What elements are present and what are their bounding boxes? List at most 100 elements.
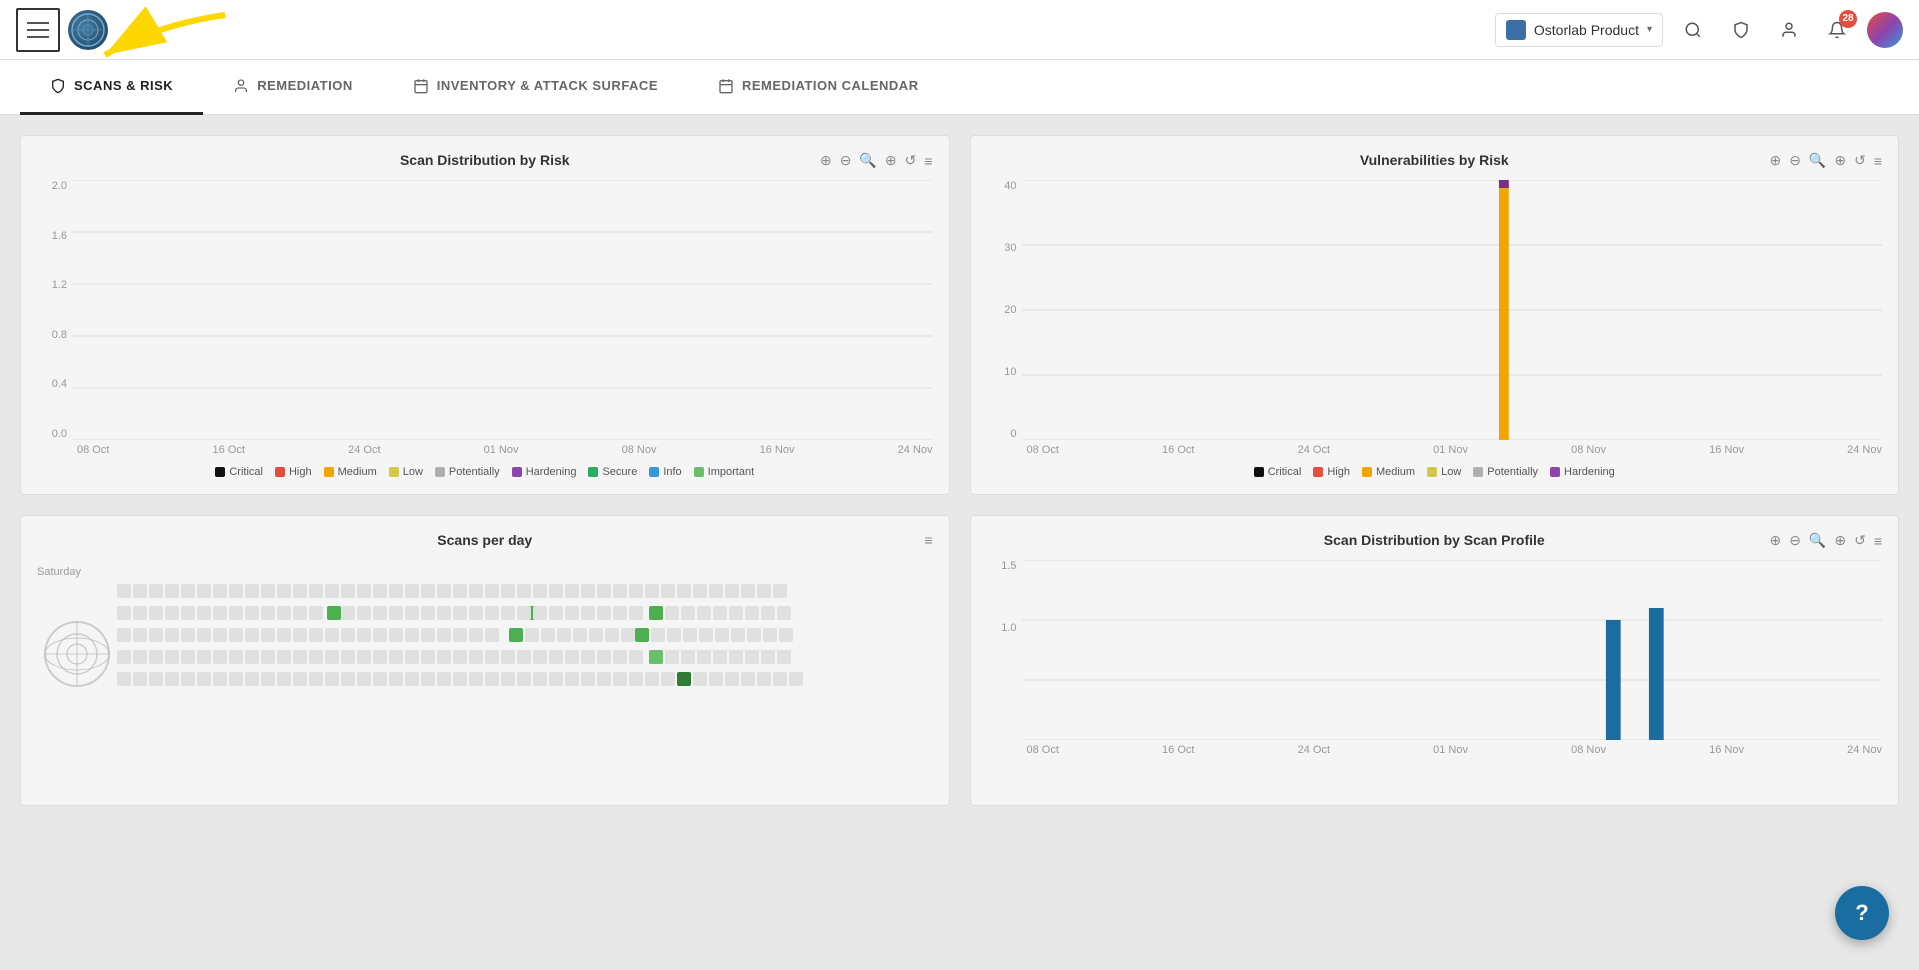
- vuln-zoom-in-btn[interactable]: ⊕: [1767, 150, 1783, 171]
- scans-tab-icon: [50, 78, 66, 94]
- vuln-dot-hardening: [1550, 467, 1560, 477]
- vuln-dot-low: [1427, 467, 1437, 477]
- x-label: 16 Nov: [760, 444, 795, 456]
- profile-x-axis: 08 Oct 16 Oct 24 Oct 01 Nov 08 Nov 16 No…: [1027, 744, 1883, 756]
- y-label-2: 1.2: [37, 279, 67, 291]
- legend-label-medium: Medium: [338, 466, 377, 478]
- menu-btn[interactable]: ≡: [922, 151, 934, 171]
- row-label-saturday: Saturday: [37, 566, 81, 578]
- legend-potentially: Potentially: [435, 466, 500, 478]
- remediation-tab-icon: [233, 78, 249, 94]
- hamburger-line: [27, 22, 49, 24]
- vuln-reset-btn[interactable]: ↺: [1852, 150, 1868, 171]
- legend-important: Important: [694, 466, 754, 478]
- profile-x-label: 16 Oct: [1162, 744, 1194, 756]
- legend-dot-medium: [324, 467, 334, 477]
- tab-remediation-calendar-label: REMEDIATION CALENDAR: [742, 78, 919, 93]
- vuln-x-label: 08 Oct: [1027, 444, 1059, 456]
- search-button[interactable]: [1675, 12, 1711, 48]
- legend-dot-hardening: [512, 467, 522, 477]
- notification-button[interactable]: 28: [1819, 12, 1855, 48]
- reset-btn[interactable]: ↺: [903, 150, 919, 171]
- y-label-1: 1.6: [37, 230, 67, 242]
- main-content: Scan Distribution by Risk ⊕ ⊖ 🔍 ⊕ ↺ ≡ 2.…: [0, 115, 1919, 826]
- legend-label-secure: Secure: [602, 466, 637, 478]
- scan-distribution-title: Scan Distribution by Risk: [37, 152, 933, 168]
- legend-critical: Critical: [215, 466, 263, 478]
- x-label: 16 Oct: [213, 444, 245, 456]
- tab-scans-risk[interactable]: SCANS & RISK: [20, 60, 203, 115]
- sp-reset-btn[interactable]: ↺: [1852, 530, 1868, 551]
- avatar[interactable]: [1867, 12, 1903, 48]
- legend-high: High: [275, 466, 312, 478]
- sp-zoom-out-btn[interactable]: ⊖: [1787, 530, 1803, 551]
- zoom-out-btn[interactable]: ⊖: [838, 150, 854, 171]
- legend-label-important: Important: [708, 466, 754, 478]
- sp-menu-btn[interactable]: ≡: [1872, 531, 1884, 551]
- x-label: 08 Nov: [622, 444, 657, 456]
- y-label-4: 0.4: [37, 378, 67, 390]
- tab-remediation[interactable]: REMEDIATION: [203, 60, 383, 115]
- sp-pan-btn[interactable]: ⊕: [1832, 530, 1848, 551]
- profile-x-label: 24 Oct: [1298, 744, 1330, 756]
- sp-zoom-in-btn[interactable]: ⊕: [1767, 530, 1783, 551]
- profile-chart-svg: [1022, 560, 1883, 740]
- inventory-tab-icon: [413, 78, 429, 94]
- contact-button[interactable]: [1771, 12, 1807, 48]
- help-button[interactable]: ?: [1835, 886, 1889, 940]
- tab-remediation-calendar[interactable]: REMEDIATION CALENDAR: [688, 60, 949, 115]
- vuln-label-medium: Medium: [1376, 466, 1415, 478]
- vuln-legend-low: Low: [1427, 466, 1461, 478]
- vuln-zoom-out-btn[interactable]: ⊖: [1787, 150, 1803, 171]
- vuln-label-potentially: Potentially: [1487, 466, 1538, 478]
- vuln-menu-btn[interactable]: ≡: [1872, 151, 1884, 171]
- vuln-dot-medium: [1362, 467, 1372, 477]
- legend-dot-high: [275, 467, 285, 477]
- person-icon: [1780, 21, 1798, 39]
- shield-icon: [1732, 21, 1750, 39]
- legend-label-low: Low: [403, 466, 423, 478]
- chevron-down-icon: ▾: [1647, 24, 1652, 35]
- x-label: 08 Oct: [77, 444, 109, 456]
- vuln-legend-hardening: Hardening: [1550, 466, 1615, 478]
- header-right: Ostorlab Product ▾ 28: [1495, 12, 1903, 48]
- header-left: [16, 8, 108, 52]
- vuln-label-critical: Critical: [1268, 466, 1302, 478]
- search-icon: [1684, 21, 1702, 39]
- zoom-in-btn[interactable]: ⊕: [818, 150, 834, 171]
- legend-info: Info: [649, 466, 681, 478]
- vuln-pan-btn[interactable]: ⊕: [1832, 150, 1848, 171]
- workspace-selector[interactable]: Ostorlab Product ▾: [1495, 13, 1663, 47]
- profile-x-label: 16 Nov: [1709, 744, 1744, 756]
- vuln-x-label: 24 Nov: [1847, 444, 1882, 456]
- scans-per-day-controls: ≡: [922, 530, 934, 550]
- vuln-x-label: 24 Oct: [1298, 444, 1330, 456]
- profile-x-label: 24 Nov: [1847, 744, 1882, 756]
- pan-btn[interactable]: ⊕: [883, 150, 899, 171]
- help-icon: ?: [1855, 900, 1868, 926]
- tab-inventory-label: INVENTORY & ATTACK SURFACE: [437, 78, 658, 93]
- spd-menu-btn[interactable]: ≡: [922, 530, 934, 550]
- vulnerabilities-title: Vulnerabilities by Risk: [987, 152, 1883, 168]
- vuln-legend-potentially: Potentially: [1473, 466, 1538, 478]
- vuln-y-20: 20: [987, 304, 1017, 316]
- tab-scans-risk-label: SCANS & RISK: [74, 78, 173, 93]
- tab-inventory[interactable]: INVENTORY & ATTACK SURFACE: [383, 60, 688, 115]
- scans-per-day-title: Scans per day: [37, 532, 933, 548]
- y-label-0: 2.0: [37, 180, 67, 192]
- legend-dot-secure: [588, 467, 598, 477]
- hamburger-button[interactable]: [16, 8, 60, 52]
- header: Ostorlab Product ▾ 28: [0, 0, 1919, 60]
- vuln-legend-high: High: [1313, 466, 1350, 478]
- sp-y-10: 1.0: [987, 622, 1017, 634]
- notification-badge: 28: [1839, 10, 1857, 28]
- vuln-legend-medium: Medium: [1362, 466, 1415, 478]
- scan-profile-controls: ⊕ ⊖ 🔍 ⊕ ↺ ≡: [1767, 530, 1884, 551]
- nav-tabs: SCANS & RISK REMEDIATION INVENTORY & ATT…: [0, 60, 1919, 115]
- vuln-zoom-btn[interactable]: 🔍: [1807, 150, 1828, 171]
- hamburger-line: [27, 36, 49, 38]
- shield-button[interactable]: [1723, 12, 1759, 48]
- vuln-chart-svg: [1022, 180, 1883, 440]
- sp-zoom-btn[interactable]: 🔍: [1807, 530, 1828, 551]
- zoom-btn[interactable]: 🔍: [857, 150, 878, 171]
